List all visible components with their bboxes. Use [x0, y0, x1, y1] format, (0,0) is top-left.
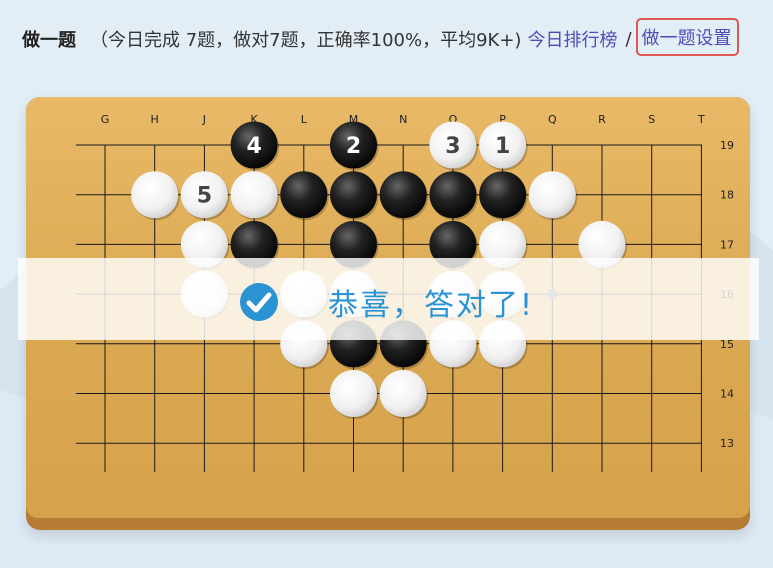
col-label-Q: Q [548, 113, 557, 126]
check-circle-icon [240, 283, 278, 321]
black-stone-M18 [330, 171, 379, 221]
white-stone-H18 [131, 171, 180, 221]
col-label-R: R [598, 113, 606, 126]
stone-number-2: 2 [346, 134, 361, 159]
col-label-T: T [697, 113, 705, 126]
white-stone-J18: 5 [180, 171, 230, 221]
stone-number-4: 4 [246, 134, 261, 159]
white-stone-N14 [379, 370, 429, 419]
black-stone-N18 [379, 171, 429, 221]
link-separator: / [625, 28, 632, 50]
black-stone-K19: 4 [230, 121, 280, 171]
page-title: 做一题 [22, 30, 76, 51]
daily-stats: （今日完成 7题，做对7题，正确率100%，平均9K+) [90, 30, 522, 51]
stone-number-3: 3 [445, 134, 460, 159]
stone-number-5: 5 [197, 184, 212, 209]
black-stone-P18 [479, 171, 528, 221]
col-label-S: S [648, 113, 655, 126]
white-stone-Q18 [528, 171, 578, 221]
white-stone-P19: 1 [479, 121, 528, 171]
stone-number-1: 1 [495, 134, 510, 159]
settings-highlight: 做一题设置 [635, 18, 739, 56]
row-label-17: 17 [720, 238, 734, 251]
header-bar: 做一题 （今日完成 7题，做对7题，正确率100%，平均9K+) 今日排行榜 /… [22, 18, 765, 56]
black-stone-M19: 2 [330, 121, 379, 171]
white-stone-O19: 3 [429, 121, 478, 171]
row-label-13: 13 [720, 437, 734, 450]
col-label-H: H [151, 113, 159, 126]
today-leaderboard-link[interactable]: 今日排行榜 [527, 26, 617, 52]
col-label-N: N [399, 113, 407, 126]
white-stone-M14 [330, 370, 379, 419]
result-message: 恭喜，答对了! [328, 288, 535, 323]
row-label-19: 19 [720, 139, 734, 152]
black-stone-L18 [280, 171, 329, 221]
black-stone-O18 [429, 171, 478, 221]
row-label-14: 14 [720, 388, 734, 401]
col-label-L: L [301, 113, 308, 126]
row-label-18: 18 [720, 189, 734, 202]
problem-settings-link[interactable]: 做一题设置 [642, 28, 732, 49]
white-stone-K18 [230, 171, 280, 221]
col-label-G: G [101, 113, 110, 126]
col-label-J: J [202, 113, 206, 126]
